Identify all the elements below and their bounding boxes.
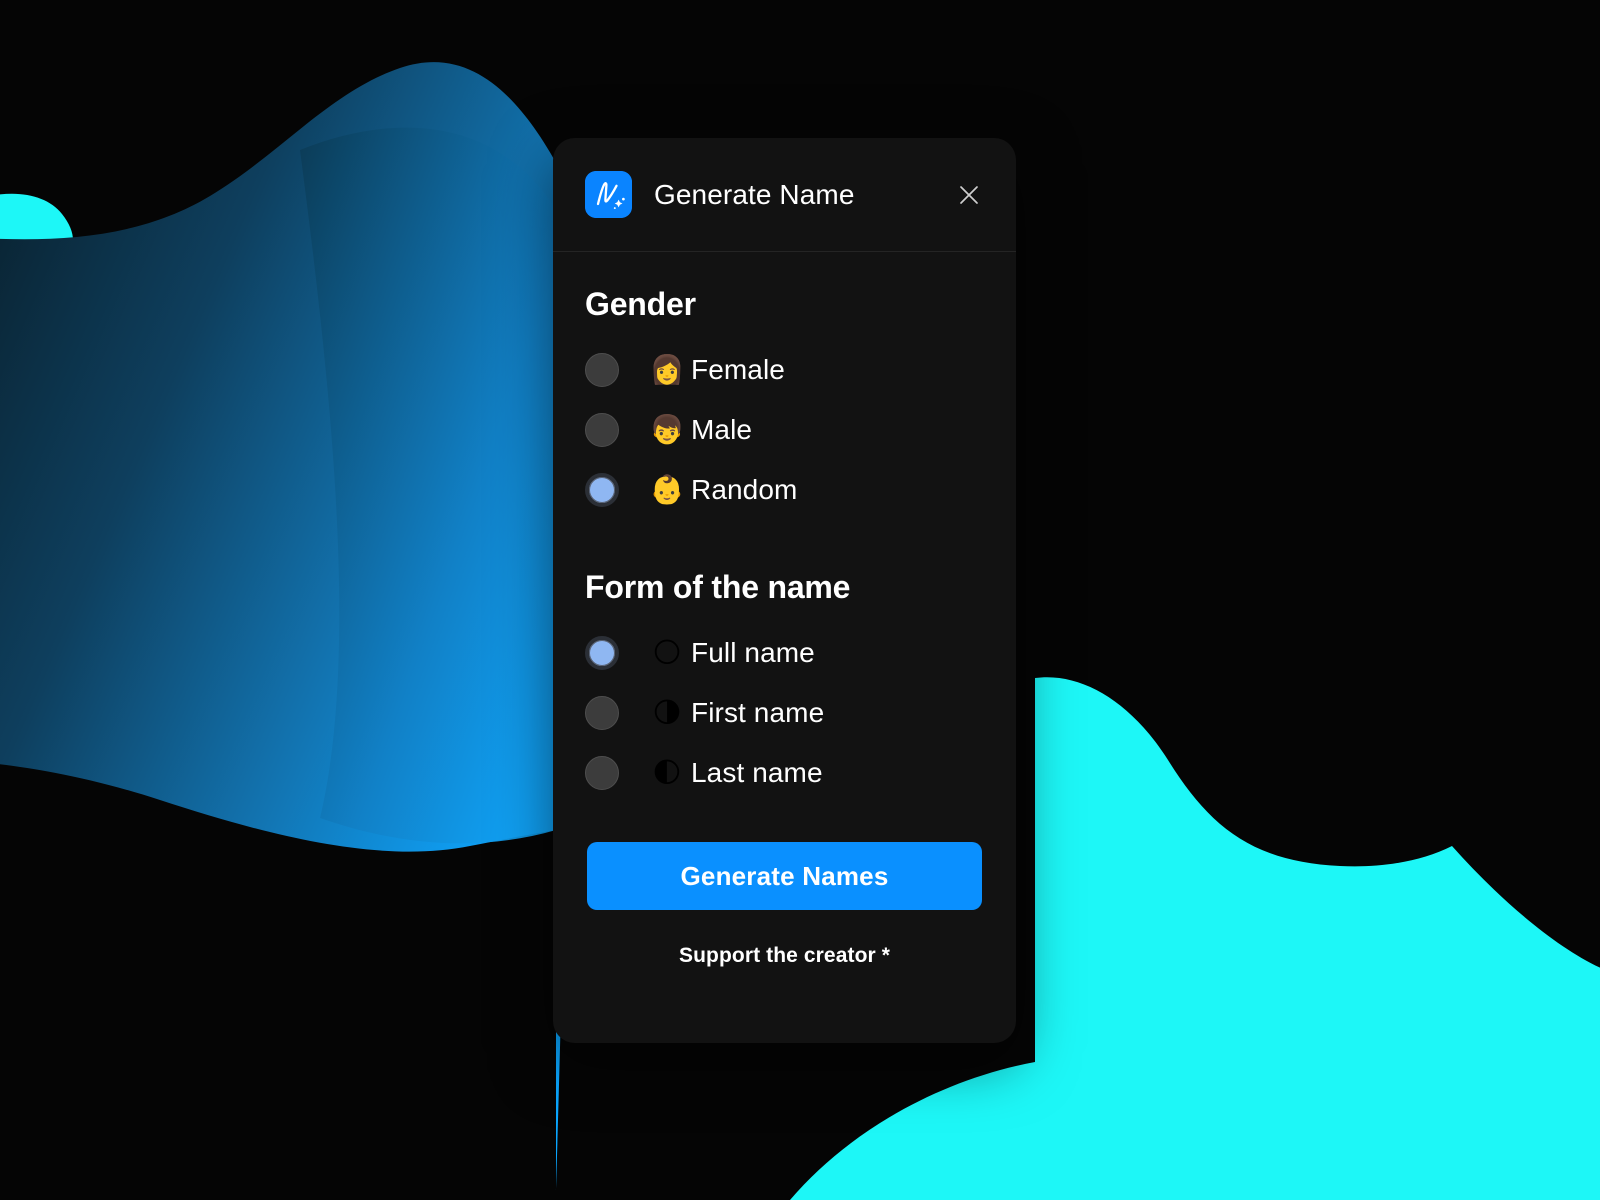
- blue-wave-highlight: [300, 127, 556, 844]
- radio-option-last-name[interactable]: 🌓 Last name: [585, 750, 984, 796]
- radio-label: Male: [691, 414, 753, 445]
- dialog-title: Generate Name: [654, 178, 855, 210]
- radio-label: Last name: [691, 757, 823, 788]
- name-generator-logo-icon: [585, 171, 632, 218]
- gender-radio-group: 👩 Female 👦 Male 👶 Random: [585, 347, 984, 513]
- section-title-gender: Gender: [585, 286, 696, 322]
- name-form-radio-group: 🌕 Full name 🌗 First name 🌓 Last name: [585, 630, 984, 796]
- radio-option-random[interactable]: 👶 Random: [585, 467, 984, 513]
- radio-label: First name: [691, 697, 825, 728]
- generate-name-dialog: Generate Name Gender 👩 Female 👦 Male 👶 R…: [553, 138, 1016, 1043]
- last-quarter-moon-emoji: 🌗: [652, 696, 682, 729]
- radio-indicator-selected[interactable]: [585, 636, 619, 670]
- generate-names-button[interactable]: Generate Names: [587, 842, 982, 910]
- radio-label: Random: [691, 474, 798, 505]
- radio-indicator[interactable]: [585, 756, 619, 790]
- radio-option-female[interactable]: 👩 Female: [585, 347, 984, 393]
- section-title-form-of-the-name: Form of the name: [585, 569, 851, 605]
- boy-emoji: 👦: [649, 413, 685, 446]
- radio-option-full-name[interactable]: 🌕 Full name: [585, 630, 984, 676]
- radio-option-male[interactable]: 👦 Male: [585, 407, 984, 453]
- screen: Generate Name Gender 👩 Female 👦 Male 👶 R…: [0, 0, 1600, 1200]
- first-quarter-moon-emoji: 🌓: [652, 756, 682, 789]
- radio-label: Full name: [691, 637, 815, 668]
- baby-emoji: 👶: [649, 473, 685, 506]
- radio-indicator[interactable]: [585, 353, 619, 387]
- radio-option-first-name[interactable]: 🌗 First name: [585, 690, 984, 736]
- radio-label: Female: [691, 354, 785, 385]
- woman-emoji: 👩: [649, 353, 685, 386]
- dialog-body: Gender 👩 Female 👦 Male 👶 Random Form of …: [553, 252, 1016, 968]
- full-moon-emoji: 🌕: [652, 636, 682, 669]
- radio-indicator-selected[interactable]: [585, 473, 619, 507]
- support-the-creator-link[interactable]: Support the creator *: [585, 944, 984, 968]
- close-icon[interactable]: [952, 178, 986, 212]
- radio-indicator[interactable]: [585, 696, 619, 730]
- dialog-header: Generate Name: [553, 138, 1016, 252]
- radio-indicator[interactable]: [585, 413, 619, 447]
